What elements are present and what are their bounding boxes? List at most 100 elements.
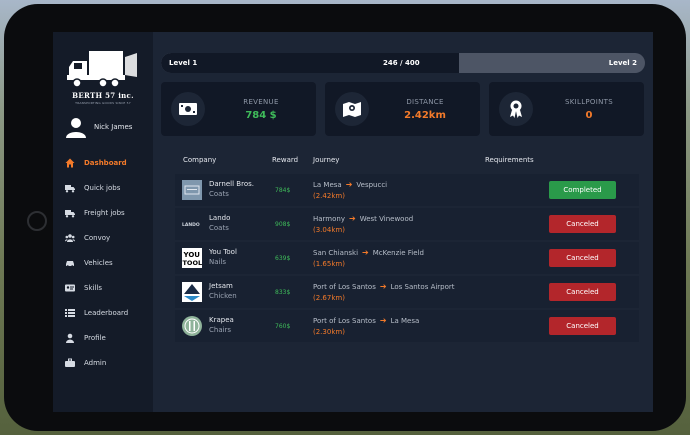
nav-label: Profile <box>84 333 106 342</box>
svg-text:LANDO: LANDO <box>182 222 200 228</box>
header-company: Company <box>183 156 217 164</box>
progress-current-level: Level 1 <box>169 59 198 67</box>
company-name: Lando <box>209 214 231 222</box>
nav-label: Quick jobs <box>84 183 121 192</box>
id-card-icon <box>65 283 75 293</box>
journey-to: West Vinewood <box>359 215 414 223</box>
reward: 760$ <box>275 323 291 330</box>
nav-item-leaderboard[interactable]: Leaderboard <box>53 300 153 325</box>
cargo: Chicken <box>209 292 237 300</box>
tablet-frame: BERTH 57 inc. TRANSPORTING GOODS SINCE 5… <box>4 4 686 431</box>
reward: 908$ <box>275 221 291 228</box>
table-row[interactable]: LANDO Lando Coats 908$ Harmony ➔ West Vine… <box>175 208 639 240</box>
brand-logo: BERTH 57 inc. TRANSPORTING GOODS SINCE 5… <box>65 47 141 109</box>
darnell-logo-icon <box>182 180 202 200</box>
header-journey: Journey <box>313 156 340 164</box>
company-name: You Tool <box>209 248 237 256</box>
journey: Harmony ➔ West Vinewood <box>313 214 413 223</box>
avatar-icon <box>66 118 86 138</box>
journey-from: Port of Los Santos <box>313 317 376 325</box>
nav-item-skills[interactable]: Skills <box>53 275 153 300</box>
arrow-right-icon: ➔ <box>362 248 369 257</box>
table-row[interactable]: Jetsam Chicken 833$ Port of Los Santos ➔ L… <box>175 276 639 308</box>
brand-name: BERTH 57 inc. <box>72 91 134 100</box>
table-row[interactable]: Krapea Chairs 760$ Port of Los Santos ➔ La… <box>175 310 639 342</box>
status-button[interactable]: Canceled <box>549 215 616 233</box>
status-button[interactable]: Completed <box>549 181 616 199</box>
user-profile[interactable]: Nick James <box>65 116 151 140</box>
journey: Port of Los Santos ➔ Los Santos Airport <box>313 282 455 291</box>
status-button[interactable]: Canceled <box>549 249 616 267</box>
journey-to: La Mesa <box>390 317 420 325</box>
journey-distance: (3.04km) <box>313 226 345 234</box>
company-name: Krapea <box>209 316 234 324</box>
header-reward: Reward <box>272 156 299 164</box>
status-button[interactable]: Canceled <box>549 317 616 335</box>
nav-label: Dashboard <box>84 158 127 167</box>
stats-row: REVENUE 784 $ DISTANCE 2.42km SKILLPOINT… <box>161 82 645 136</box>
table-row[interactable]: YOU TOOL You Tool Nails 639$ San Chianski… <box>175 242 639 274</box>
arrow-right-icon: ➔ <box>379 316 387 325</box>
journey-distance: (2.67km) <box>313 294 345 302</box>
nav-item-admin[interactable]: Admin <box>53 350 153 375</box>
reward: 784$ <box>275 187 291 194</box>
nav-label: Freight jobs <box>84 208 125 217</box>
home-button[interactable] <box>27 211 47 231</box>
stat-value: 784 $ <box>245 110 277 121</box>
home-icon <box>65 158 75 168</box>
journey-from: Harmony <box>313 215 345 223</box>
company-name: Jetsam <box>209 282 233 290</box>
truck-logo-icon <box>67 51 137 88</box>
stat-value: 2.42km <box>404 110 446 121</box>
cargo: Coats <box>209 224 229 232</box>
company-name: Darnell Bros. <box>209 180 254 188</box>
nav-label: Leaderboard <box>84 308 129 317</box>
nav-item-quick-jobs[interactable]: Quick jobs <box>53 175 153 200</box>
user-icon <box>65 333 75 343</box>
cargo: Coats <box>209 190 229 198</box>
header-requirements: Requirements <box>485 156 534 164</box>
journey-from: Port of Los Santos <box>313 283 376 291</box>
journey-distance: (1.65km) <box>313 260 345 268</box>
journey-from: San Chianski <box>313 249 359 257</box>
journey-from: La Mesa <box>313 181 342 189</box>
nav-label: Admin <box>84 358 107 367</box>
money-icon <box>171 92 205 126</box>
screen: BERTH 57 inc. TRANSPORTING GOODS SINCE 5… <box>53 32 653 412</box>
jobs-table: Company Reward Journey Requirements Darn… <box>175 150 639 344</box>
stat-label: DISTANCE <box>406 98 444 106</box>
journey-distance: (2.42km) <box>313 192 345 200</box>
nav-item-convoy[interactable]: Convoy <box>53 225 153 250</box>
arrow-right-icon: ➔ <box>379 282 387 291</box>
status-button[interactable]: Canceled <box>549 283 616 301</box>
sidebar-nav: Dashboard Quick jobs Freight jobs Convoy… <box>53 150 153 375</box>
cargo: Chairs <box>209 326 232 334</box>
svg-text:TOOL: TOOL <box>183 259 203 267</box>
table-row[interactable]: Darnell Bros. Coats 784$ La Mesa ➔ Vespucc… <box>175 174 639 206</box>
nav-label: Convoy <box>84 233 111 242</box>
journey-to: Los Santos Airport <box>390 283 455 291</box>
nav-label: Vehicles <box>84 258 113 267</box>
nav-item-dashboard[interactable]: Dashboard <box>53 150 153 175</box>
stat-label: REVENUE <box>243 98 279 106</box>
stat-value: 0 <box>585 110 593 121</box>
truck-icon <box>65 183 75 193</box>
user-name: Nick James <box>94 123 133 131</box>
brand-tagline: TRANSPORTING GOODS SINCE 57 <box>75 101 131 105</box>
stat-revenue: REVENUE 784 $ <box>161 82 316 136</box>
lando-logo-icon: LANDO <box>182 222 200 228</box>
vehicle-icon <box>65 258 75 268</box>
nav-item-freight-jobs[interactable]: Freight jobs <box>53 200 153 225</box>
stat-skillpoints: SKILLPOINTS 0 <box>489 82 644 136</box>
nav-item-profile[interactable]: Profile <box>53 325 153 350</box>
progress-xp: 246 / 400 <box>383 59 420 67</box>
journey-to: McKenzie Field <box>372 249 424 257</box>
stat-label: SKILLPOINTS <box>565 98 613 106</box>
list-icon <box>65 308 75 318</box>
award-icon <box>499 92 533 126</box>
journey-distance: (2.30km) <box>313 328 345 336</box>
nav-item-vehicles[interactable]: Vehicles <box>53 250 153 275</box>
main-content: Level 1 246 / 400 Level 2 REVENUE 784 $ … <box>153 32 653 412</box>
journey: La Mesa ➔ Vespucci <box>313 180 387 189</box>
group-icon <box>65 233 75 243</box>
